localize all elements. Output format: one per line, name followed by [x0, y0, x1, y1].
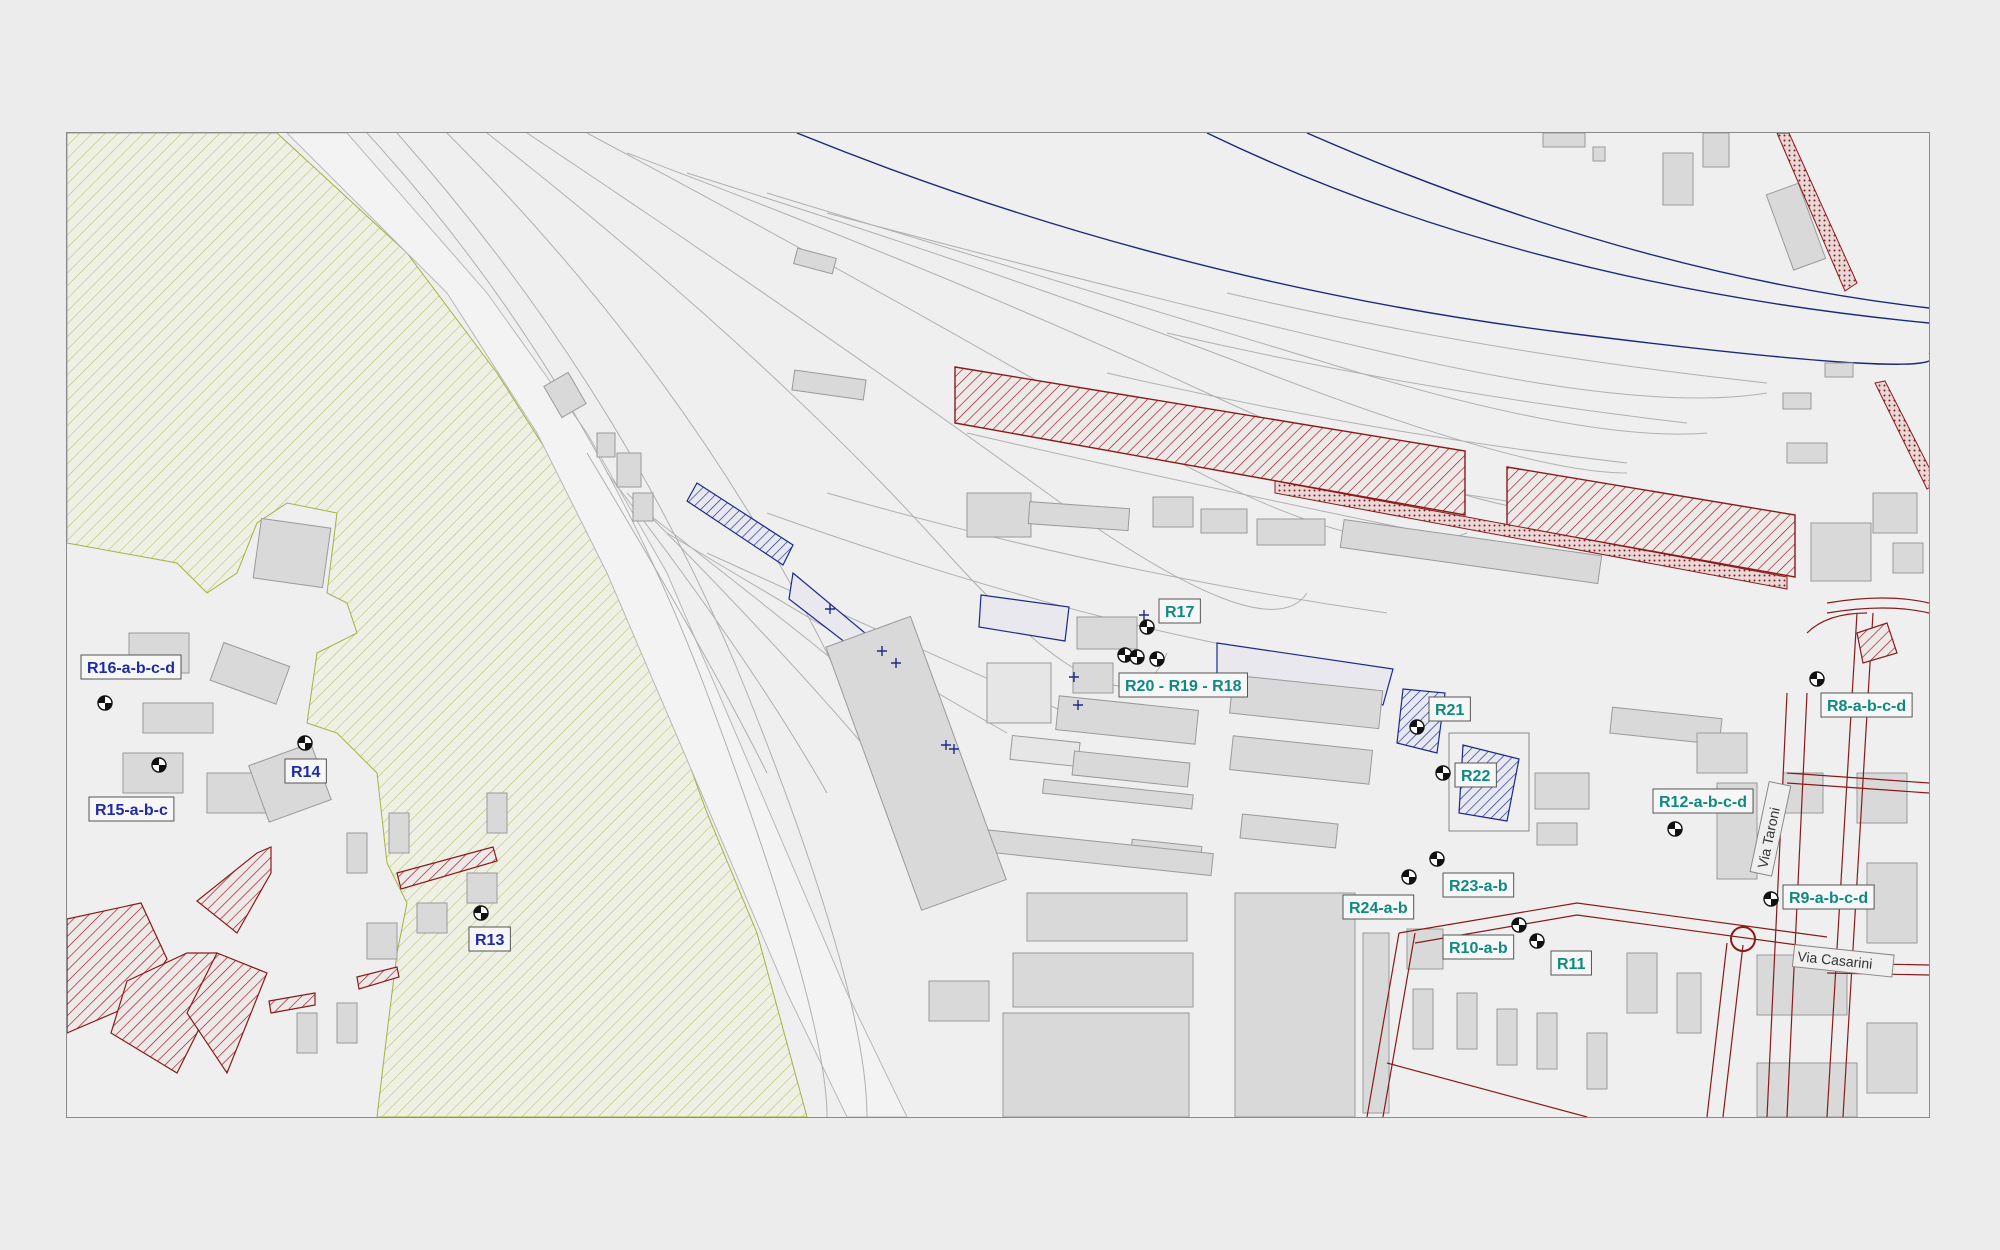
receptor-label-text: R23-a-b	[1449, 878, 1508, 895]
hatched-building-blue	[686, 482, 794, 566]
receptor-label-text: R11	[1557, 956, 1586, 973]
receptor-label[interactable]: R10-a-b	[1442, 934, 1515, 960]
receptor-point-icon[interactable]	[1409, 719, 1425, 735]
receptor-label-text: R10-a-b	[1449, 940, 1508, 957]
receptor-label[interactable]: R20 - R19 - R18	[1118, 672, 1248, 698]
receptor-label[interactable]: R24-a-b	[1342, 894, 1415, 920]
receptor-point-icon[interactable]	[1149, 651, 1165, 667]
dotted-road-strip	[1874, 380, 1929, 490]
hatched-building-red	[1856, 622, 1898, 664]
receptor-label[interactable]: R11	[1550, 950, 1592, 976]
receptor-label[interactable]: R17	[1158, 598, 1201, 624]
receptor-label[interactable]: R13	[468, 926, 511, 952]
receptor-label-text: R14	[291, 764, 320, 781]
receptor-label[interactable]: R12-a-b-c-d	[1652, 788, 1754, 814]
receptor-point-icon[interactable]	[473, 905, 489, 921]
receptor-point-icon[interactable]	[297, 735, 313, 751]
receptor-label-text: R16-a-b-c-d	[87, 660, 175, 677]
map-canvas[interactable]: Via Taroni Via Casarini R17R20 - R19 - R…	[67, 133, 1929, 1117]
receptor-point-icon[interactable]	[1435, 765, 1451, 781]
receptor-label-text: R15-a-b-c	[95, 802, 168, 819]
receptor-label-text: R20 - R19 - R18	[1125, 678, 1242, 695]
receptor-label-text: R17	[1165, 604, 1194, 621]
receptor-label[interactable]: R14	[284, 758, 327, 784]
receptor-label[interactable]: R23-a-b	[1442, 872, 1515, 898]
receptor-point-icon[interactable]	[1809, 671, 1825, 687]
receptor-point-icon[interactable]	[1401, 869, 1417, 885]
receptor-label[interactable]: R22	[1454, 762, 1497, 788]
main-rail-line	[796, 133, 1929, 365]
receptor-point-icon[interactable]	[1511, 917, 1527, 933]
street-network	[1366, 597, 1929, 1117]
receptor-label[interactable]: R9-a-b-c-d	[1782, 884, 1875, 910]
receptor-label-text: R24-a-b	[1349, 900, 1408, 917]
receptor-point-icon[interactable]	[1667, 821, 1683, 837]
receptor-point-icon[interactable]	[97, 695, 113, 711]
receptor-label[interactable]: R21	[1428, 696, 1471, 722]
receptor-label-text: R8-a-b-c-d	[1827, 698, 1906, 715]
receptor-point-icon[interactable]	[1129, 649, 1145, 665]
receptor-point-icon[interactable]	[1429, 851, 1445, 867]
receptor-label[interactable]: R16-a-b-c-d	[80, 654, 182, 680]
receptor-label[interactable]: R8-a-b-c-d	[1820, 692, 1913, 718]
receptor-point-icon[interactable]	[151, 757, 167, 773]
receptor-point-icon[interactable]	[1763, 891, 1779, 907]
map-frame[interactable]: Via Taroni Via Casarini R17 R20 - R19 - R…	[66, 132, 1930, 1118]
receptor-label-text: R9-a-b-c-d	[1789, 890, 1868, 907]
receptor-label-text: R22	[1461, 768, 1490, 785]
receptor-label[interactable]: R15-a-b-c	[88, 796, 175, 822]
receptor-label-text: R13	[475, 932, 504, 949]
receptor-label-text: R12-a-b-c-d	[1659, 794, 1747, 811]
receptor-label-text: R21	[1435, 702, 1464, 719]
receptor-point-icon[interactable]	[1529, 933, 1545, 949]
receptor-point-icon[interactable]	[1139, 619, 1155, 635]
